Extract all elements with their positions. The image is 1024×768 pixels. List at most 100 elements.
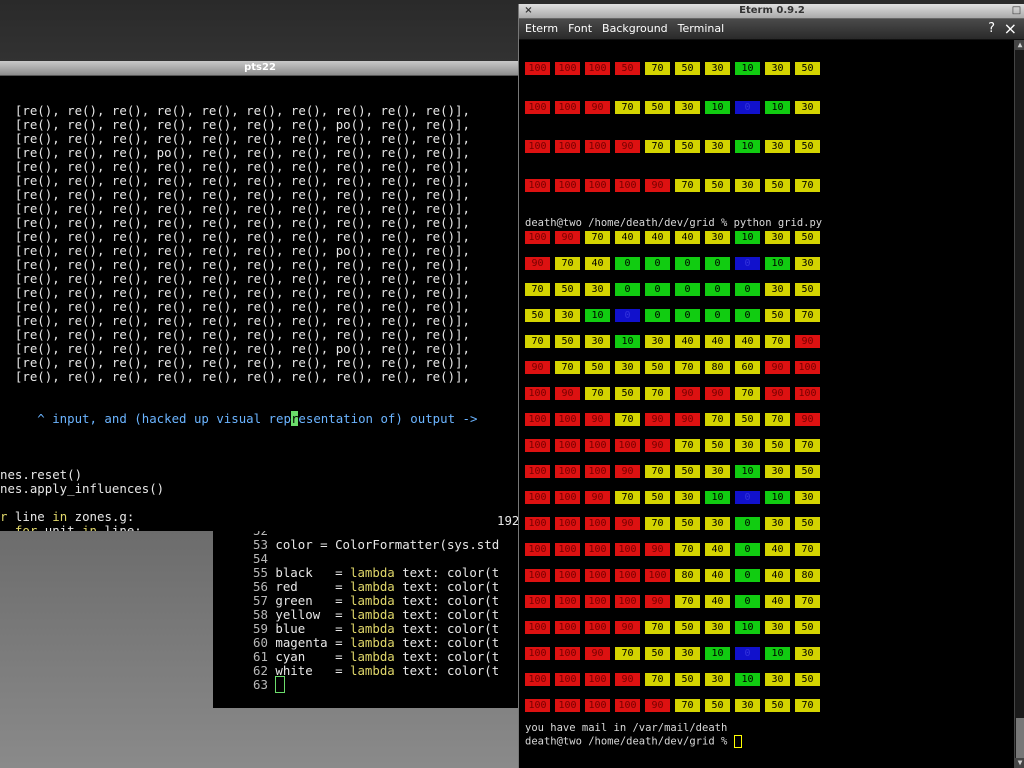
grid-cell: 10 [735,231,760,244]
grid-cell: 70 [795,439,820,452]
grid-cell: 70 [795,309,820,322]
eterm-titlebar[interactable]: × Eterm 0.9.2 □ [519,4,1024,19]
grid-cell: 50 [645,101,670,114]
line-number: 58 [253,607,276,622]
grid-cell: 30 [705,231,730,244]
grid-cell: 90 [765,361,790,374]
menu-item-eterm[interactable]: Eterm [525,22,558,35]
grid-cell: 100 [525,543,550,556]
source-line: [re(), re(), re(), re(), re(), re(), re(… [0,257,470,272]
grid-cell: 50 [795,621,820,634]
grid-cell: 50 [795,283,820,296]
scrollbar-thumb[interactable] [1016,718,1024,758]
source-line: [re(), re(), re(), re(), re(), re(), re(… [0,131,470,146]
grid-cell: 100 [555,543,580,556]
grid-cell: 0 [735,647,760,660]
line-number-status: 192 [497,513,520,528]
grid-cell: 70 [795,543,820,556]
grid-cell: 70 [525,335,550,348]
eterm-close-icon[interactable]: × [523,5,534,16]
grid-cell: 100 [585,569,610,582]
scroll-down-arrow-icon[interactable]: ▼ [1015,758,1024,768]
shell-cursor [733,735,742,748]
eterm-scrollbar[interactable]: ▲ ▼ [1014,40,1024,768]
grid-cell: 100 [615,543,640,556]
grid-cell: 70 [645,621,670,634]
eterm-maximize-icon[interactable]: □ [1011,5,1022,16]
grid-cell: 40 [585,257,610,270]
line-number: 55 [253,565,276,580]
grid-cell: 90 [585,101,610,114]
grid-cell: 0 [675,283,700,296]
grid-cell: 40 [705,595,730,608]
grid-cell: 100 [525,62,550,75]
close-icon[interactable]: × [1004,19,1017,39]
grid-cell: 100 [615,595,640,608]
pts22-titlebar[interactable]: pts22 [0,61,520,76]
source-line: [re(), re(), re(), re(), re(), re(), re(… [0,355,470,370]
grid-cell: 10 [765,647,790,660]
grid-cell: 70 [675,699,700,712]
grid-cell: 50 [705,179,730,192]
pts22-terminal-window[interactable]: pts22 [re(), re(), re(), re(), re(), re(… [0,61,520,531]
grid-cell: 50 [765,699,790,712]
grid-cell: 70 [675,361,700,374]
source-line: [re(), re(), re(), re(), re(), re(), re(… [0,117,470,132]
source-line: [re(), re(), re(), po(), re(), re(), re(… [0,145,470,160]
vim-editor-window[interactable]: 52 53 color = ColorFormatter(sys.std54 5… [213,531,523,708]
menu-item-terminal[interactable]: Terminal [678,22,725,35]
grid-cell: 30 [765,231,790,244]
source-line: [re(), re(), re(), re(), re(), re(), re(… [0,173,470,188]
editor-cursor [275,676,285,693]
grid-cell: 40 [675,231,700,244]
grid-cell: 0 [735,101,760,114]
grid-cell: 90 [615,465,640,478]
grid-cell: 0 [735,257,760,270]
shell-prompt[interactable]: death@two /home/death/dev/grid % [525,735,742,748]
source-line: [re(), re(), re(), re(), re(), re(), re(… [0,103,470,118]
help-icon[interactable]: ? [988,19,995,39]
grid-cell: 100 [525,491,550,504]
grid-cell: 70 [615,413,640,426]
grid-cell: 70 [645,140,670,153]
grid-cell: 0 [735,517,760,530]
grid-cell: 50 [795,140,820,153]
grid-cell: 100 [525,413,550,426]
menu-item-font[interactable]: Font [568,22,592,35]
grid-cell: 50 [675,62,700,75]
grid-cell: 90 [615,621,640,634]
grid-cell: 30 [585,283,610,296]
grid-cell: 0 [705,283,730,296]
grid-cell: 10 [765,101,790,114]
menu-item-background[interactable]: Background [602,22,668,35]
grid-cell: 70 [765,335,790,348]
grid-cell: 100 [525,517,550,530]
grid-cell: 30 [795,257,820,270]
eterm-window[interactable]: × Eterm 0.9.2 □ Eterm Font Background Termi… [518,4,1024,768]
grid-cell: 30 [765,283,790,296]
grid-cell: 90 [645,699,670,712]
grid-cell: 100 [615,569,640,582]
grid-cell: 40 [705,569,730,582]
grid-cell: 70 [645,62,670,75]
editor-buffer[interactable]: 52 53 color = ColorFormatter(sys.std54 5… [253,531,500,693]
source-line: [re(), re(), re(), re(), re(), re(), re(… [0,299,470,314]
grid-cell: 30 [765,517,790,530]
grid-cell: 100 [525,140,550,153]
grid-cell: 0 [705,309,730,322]
grid-cell: 0 [735,595,760,608]
grid-cell: 10 [735,621,760,634]
grid-cell: 50 [675,621,700,634]
scroll-up-arrow-icon[interactable]: ▲ [1015,40,1024,50]
grid-cell: 0 [615,257,640,270]
source-line: for unit in line: [14,523,142,532]
grid-cell: 70 [645,517,670,530]
grid-cell: 50 [675,517,700,530]
grid-cell: 100 [525,101,550,114]
grid-cell: 70 [555,361,580,374]
editor-line: 56 red = lambda text: color(t [253,579,500,594]
grid-cell: 90 [585,413,610,426]
pts22-content[interactable]: [re(), re(), re(), re(), re(), re(), re(… [0,76,520,532]
grid-cell: 30 [795,101,820,114]
line-number: 59 [253,621,276,636]
